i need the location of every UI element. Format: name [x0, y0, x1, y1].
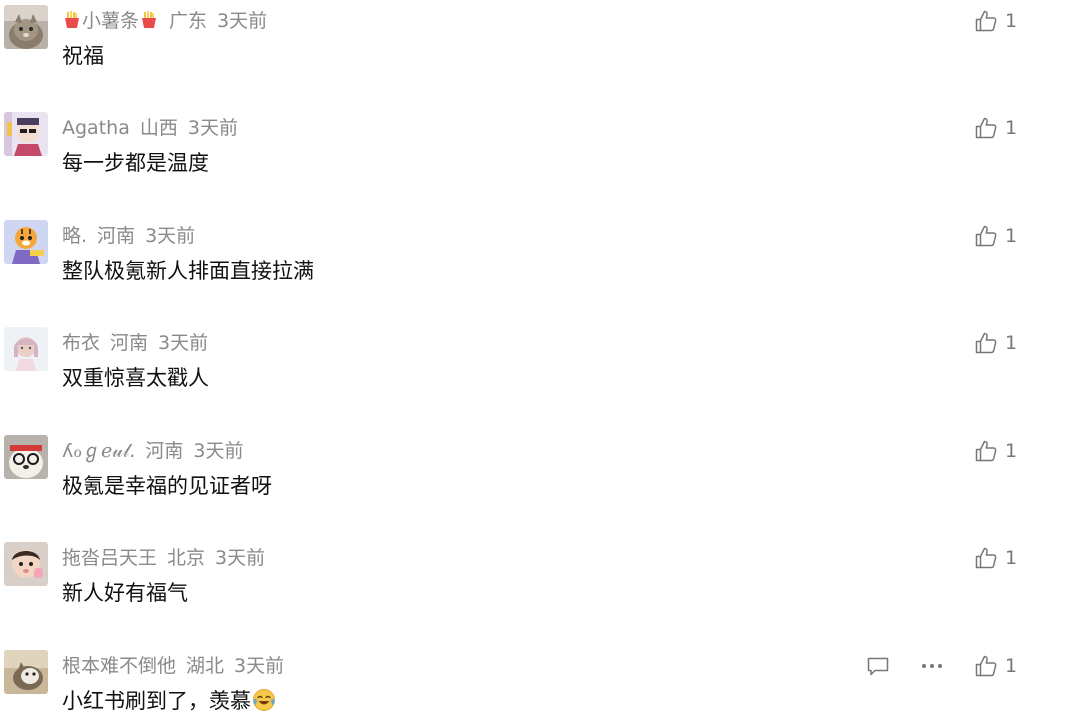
comment-time: 3天前 — [217, 10, 268, 32]
like-button[interactable]: 1 — [974, 115, 1017, 141]
cat-avatar-2-image — [4, 650, 48, 694]
user-location: 河南 — [110, 332, 149, 354]
baby-avatar-image — [4, 542, 48, 586]
thumbs-up-icon — [975, 440, 997, 462]
like-button[interactable]: 1 — [974, 223, 1017, 249]
avatar[interactable] — [4, 220, 48, 264]
avatar[interactable] — [4, 112, 48, 156]
like-button[interactable]: 1 — [974, 330, 1017, 356]
comment-text: 整队极氪新人排面直接拉满 — [62, 259, 314, 283]
comment-text: 小红书刷到了，羡慕 — [62, 686, 276, 716]
thumbs-up-icon — [975, 547, 997, 569]
more-icon — [922, 664, 942, 668]
comment-time: 3天前 — [187, 117, 238, 139]
user-location: 广东 — [169, 10, 208, 32]
character-avatar-image — [4, 112, 48, 156]
fries-icon — [65, 11, 79, 28]
laughing-crying-emoji-icon — [253, 689, 275, 711]
user-name[interactable]: 布衣 — [62, 332, 100, 354]
comment-item: 略. 河南 3天前 整队极氪新人排面直接拉满 1 — [0, 220, 1077, 320]
user-location: 山西 — [139, 117, 178, 139]
avatar[interactable] — [4, 435, 48, 479]
user-name[interactable]: ʎℴℊℯ𝓊𝓁. — [62, 440, 135, 462]
comment-time: 3天前 — [193, 440, 244, 462]
user-name[interactable]: 拖沓吕天王 — [62, 547, 157, 569]
comment-item: 根本难不倒他 湖北 3天前 小红书刷到了，羡慕 1 — [0, 650, 1077, 723]
like-count: 1 — [1005, 655, 1018, 677]
comment-time: 3天前 — [145, 225, 196, 247]
user-location: 河南 — [145, 440, 184, 462]
comment-meta: Agatha 山西 3天前 — [62, 115, 248, 141]
comment-text: 双重惊喜太戳人 — [62, 366, 209, 390]
like-count: 1 — [1005, 10, 1018, 32]
user-location: 湖北 — [186, 655, 225, 677]
reply-button[interactable] — [866, 653, 890, 679]
like-count: 1 — [1005, 117, 1018, 139]
avatar[interactable] — [4, 5, 48, 49]
like-button[interactable]: 1 — [974, 545, 1017, 571]
thumbs-up-icon — [975, 655, 997, 677]
comment-text: 祝福 — [62, 44, 104, 68]
girl-avatar-image — [4, 327, 48, 371]
cat-avatar-image — [4, 5, 48, 49]
avatar[interactable] — [4, 650, 48, 694]
like-count: 1 — [1005, 440, 1018, 462]
comment-item: 小薯条 广东 3天前 祝福 1 — [0, 5, 1077, 105]
comment-text: 极氪是幸福的见证者呀 — [62, 474, 272, 498]
thumbs-up-icon — [975, 225, 997, 247]
avatar[interactable] — [4, 327, 48, 371]
thumbs-up-icon — [975, 117, 997, 139]
comment-meta: 拖沓吕天王 北京 3天前 — [62, 545, 275, 571]
comment-item: 布衣 河南 3天前 双重惊喜太戳人 1 — [0, 327, 1077, 427]
more-button[interactable] — [920, 653, 944, 679]
comment-time: 3天前 — [215, 547, 266, 569]
thumbs-up-icon — [975, 10, 997, 32]
comment-text: 每一步都是温度 — [62, 151, 209, 175]
comment-text: 新人好有福气 — [62, 581, 188, 605]
reply-icon — [867, 657, 889, 676]
comment-item: 拖沓吕天王 北京 3天前 新人好有福气 1 — [0, 542, 1077, 642]
comment-text-content: 小红书刷到了，羡慕 — [62, 689, 251, 713]
like-count: 1 — [1005, 332, 1018, 354]
dog-avatar-image — [4, 435, 48, 479]
comment-item: Agatha 山西 3天前 每一步都是温度 1 — [0, 112, 1077, 212]
comment-list: 小薯条 广东 3天前 祝福 1 Agatha 山西 3天前 每一步都是温度 1 … — [0, 0, 1077, 723]
tiger-avatar-image — [4, 220, 48, 264]
like-count: 1 — [1005, 547, 1018, 569]
comment-time: 3天前 — [158, 332, 209, 354]
comment-meta: ʎℴℊℯ𝓊𝓁. 河南 3天前 — [62, 438, 253, 464]
comment-time: 3天前 — [234, 655, 285, 677]
user-name[interactable]: 小薯条 — [82, 10, 139, 32]
avatar[interactable] — [4, 542, 48, 586]
comment-meta: 根本难不倒他 湖北 3天前 — [62, 653, 294, 679]
user-location: 北京 — [167, 547, 206, 569]
like-button[interactable]: 1 — [974, 653, 1017, 679]
user-location: 河南 — [97, 225, 136, 247]
thumbs-up-icon — [975, 332, 997, 354]
like-button[interactable]: 1 — [974, 8, 1017, 34]
comment-item: ʎℴℊℯ𝓊𝓁. 河南 3天前 极氪是幸福的见证者呀 1 — [0, 435, 1077, 535]
user-name[interactable]: 根本难不倒他 — [62, 655, 176, 677]
user-name[interactable]: Agatha — [62, 117, 130, 139]
like-button[interactable]: 1 — [974, 438, 1017, 464]
fries-icon — [142, 11, 157, 28]
comment-meta: 小薯条 广东 3天前 — [62, 8, 277, 34]
user-name[interactable]: 略. — [62, 225, 87, 247]
like-count: 1 — [1005, 225, 1018, 247]
comment-meta: 略. 河南 3天前 — [62, 223, 205, 249]
comment-meta: 布衣 河南 3天前 — [62, 330, 218, 356]
